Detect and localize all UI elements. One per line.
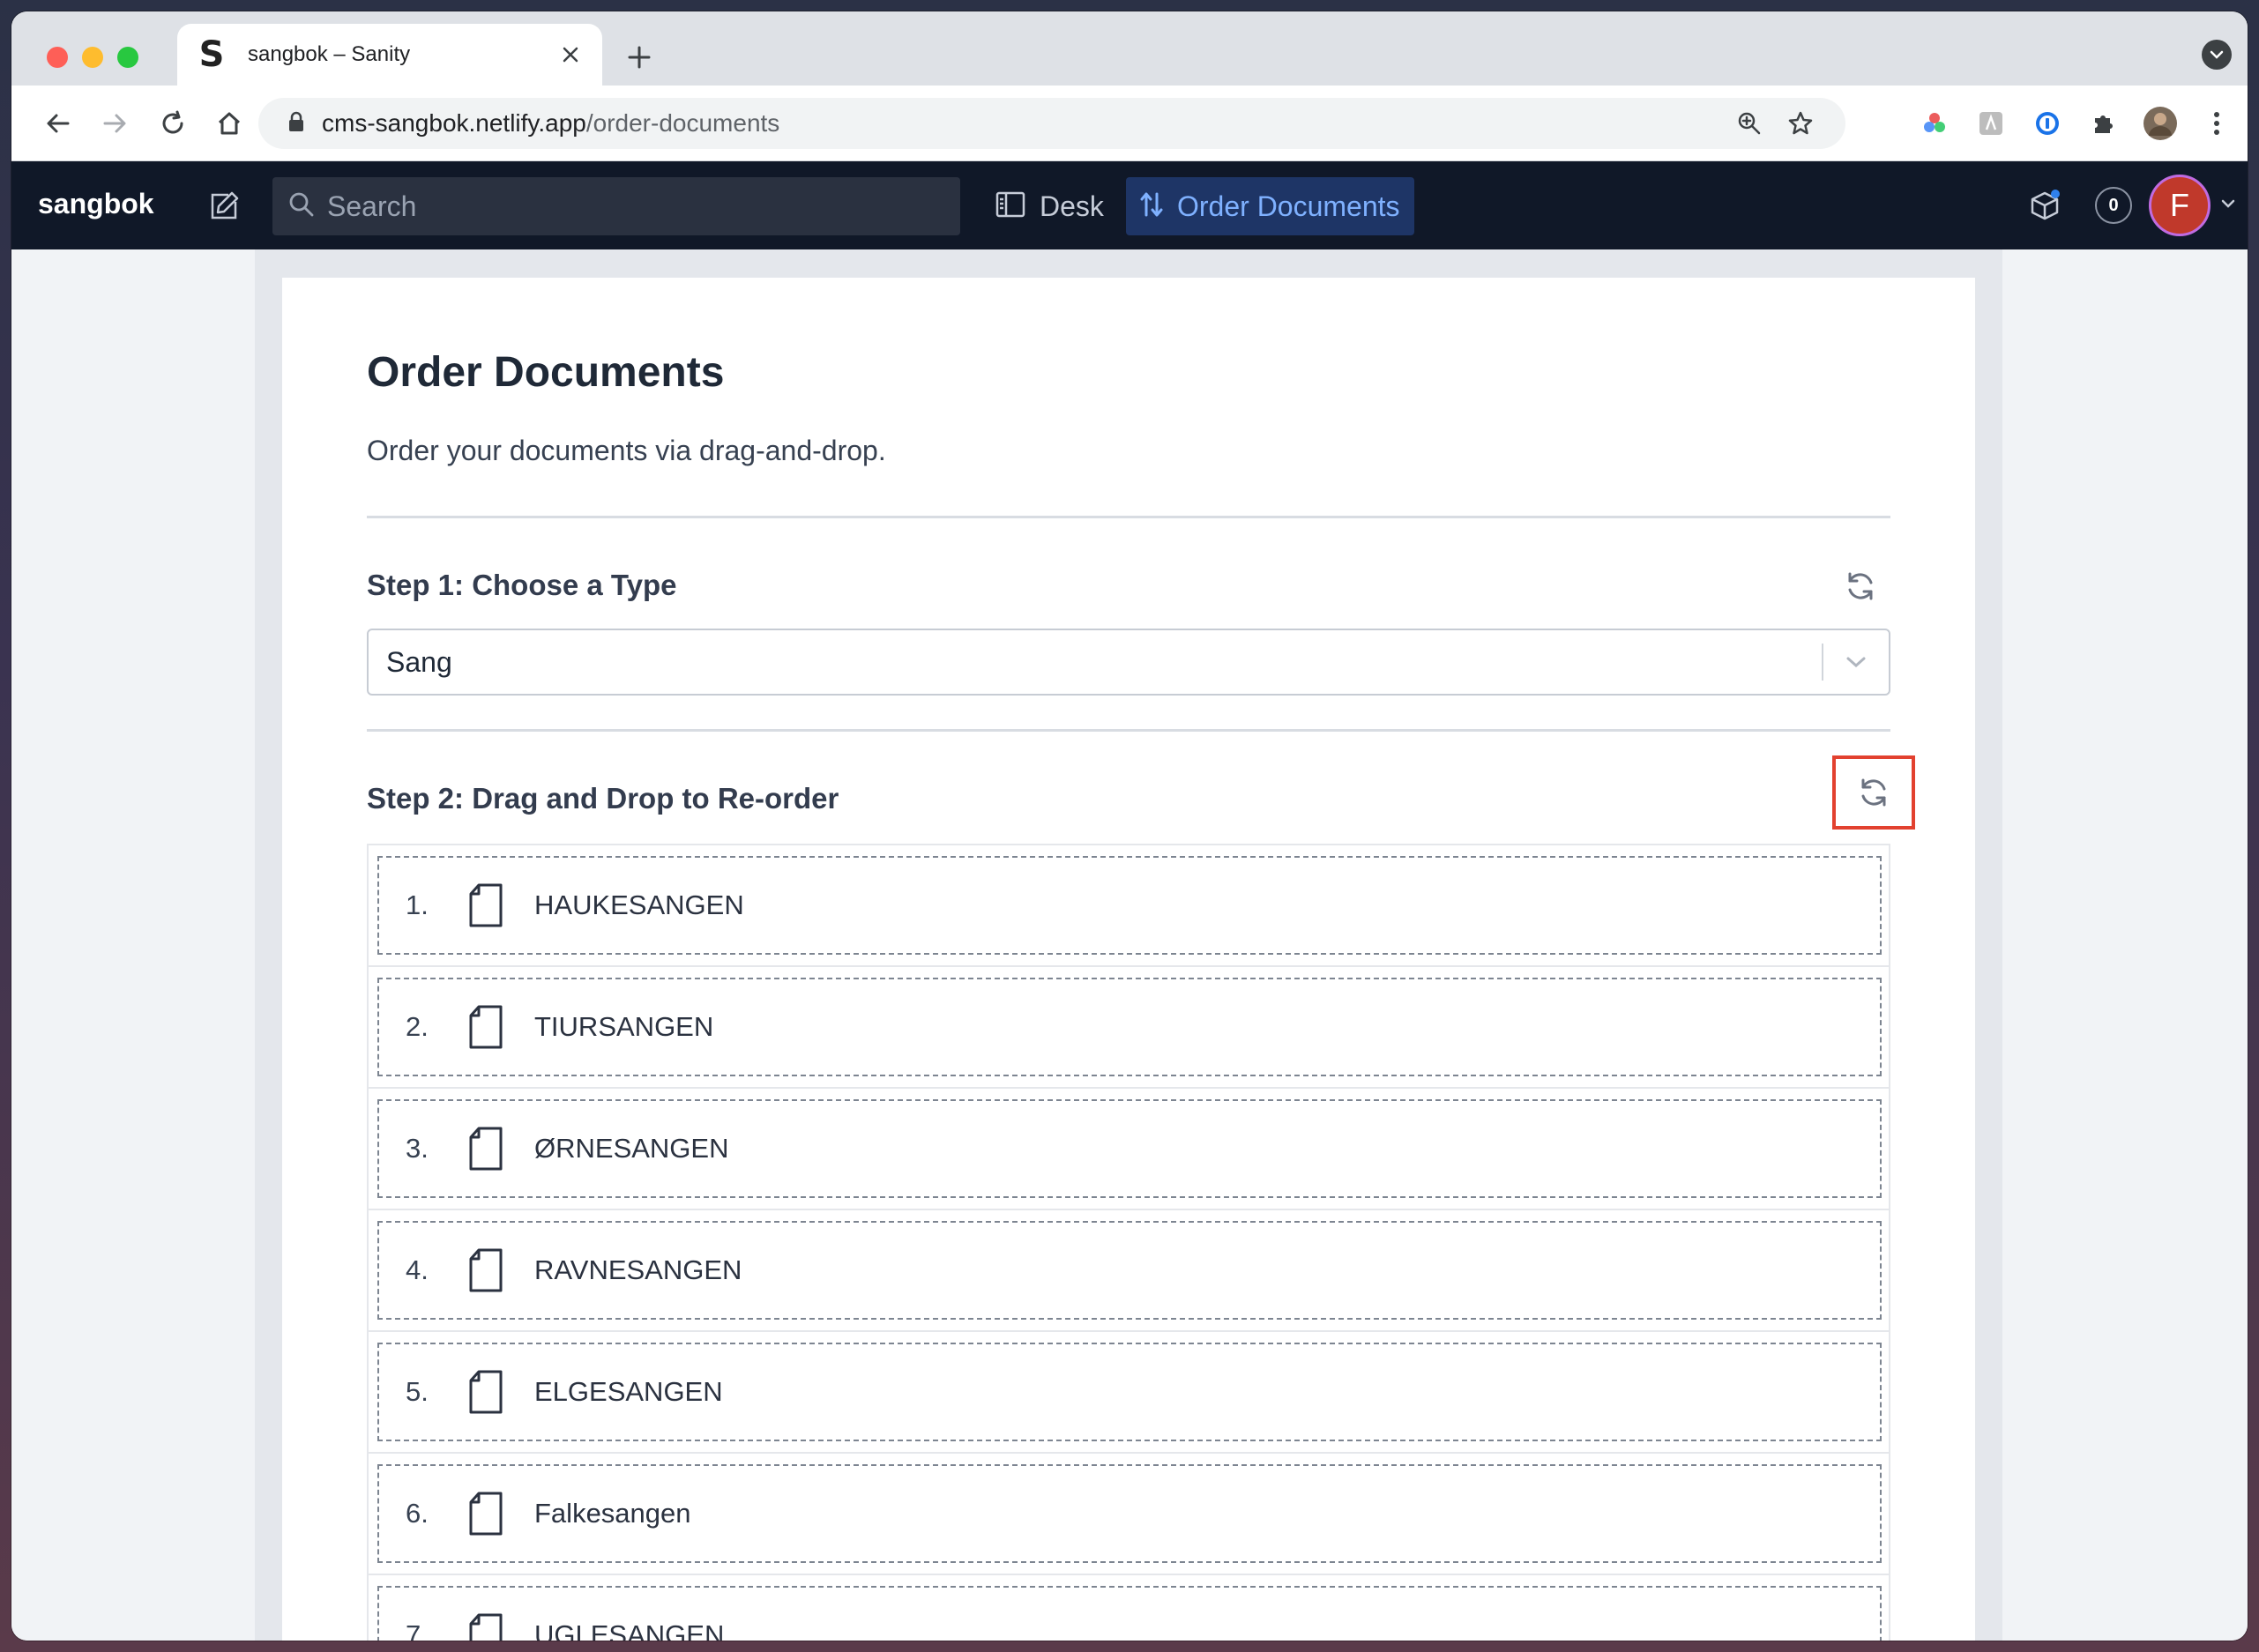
compose-icon[interactable] — [204, 184, 246, 227]
forward-icon[interactable] — [94, 103, 135, 144]
row-number: 2. — [406, 1011, 429, 1042]
document-icon — [467, 1247, 504, 1293]
row-separator — [369, 965, 1889, 967]
row-separator — [369, 1452, 1889, 1454]
step2-title: Step 2: Drag and Drop to Re-order — [367, 782, 839, 815]
font-extension-icon[interactable] — [1971, 103, 2011, 144]
document-row[interactable]: 6. Falkesangen — [377, 1464, 1882, 1563]
row-separator — [369, 1574, 1889, 1575]
new-tab-button[interactable] — [622, 40, 657, 75]
type-select[interactable]: Sang — [367, 629, 1890, 696]
avatar[interactable]: F — [2149, 175, 2211, 236]
order-documents-panel: Order Documents Order your documents via… — [282, 278, 1975, 1641]
document-icon — [467, 1369, 504, 1415]
nav-order-documents[interactable]: Order Documents — [1126, 177, 1414, 235]
bookmark-star-icon[interactable] — [1782, 105, 1819, 142]
document-row[interactable]: 5. ELGESANGEN — [377, 1343, 1882, 1441]
document-list: 1. HAUKESANGEN 2. TIURSANGEN 3. ØRNESANG… — [367, 844, 1890, 1641]
address-bar[interactable]: cms-sangbok.netlify.app/order-documents — [258, 98, 1845, 149]
page-title: Order Documents — [367, 349, 725, 396]
step1-refresh-button[interactable] — [1834, 560, 1887, 613]
document-title: TIURSANGEN — [534, 1011, 714, 1042]
nav-desk-label: Desk — [1040, 190, 1104, 222]
desk-icon — [995, 191, 1025, 222]
tab-title: sangbok – Sanity — [248, 42, 411, 66]
omnibox-actions — [1731, 105, 1819, 142]
document-row[interactable]: 3. ØRNESANGEN — [377, 1099, 1882, 1198]
browser-tab[interactable]: S sangbok – Sanity — [177, 24, 602, 86]
document-icon — [467, 1612, 504, 1641]
row-number: 6. — [406, 1498, 429, 1529]
profile-avatar-icon[interactable] — [2140, 103, 2181, 144]
password-manager-icon[interactable] — [2027, 103, 2068, 144]
divider — [367, 516, 1890, 518]
sanity-favicon-icon: S — [198, 34, 225, 75]
step2-refresh-button[interactable] — [1832, 755, 1915, 830]
search-placeholder: Search — [327, 190, 417, 222]
chevron-down-icon[interactable] — [1823, 656, 1889, 668]
document-row[interactable]: 2. TIURSANGEN — [377, 978, 1882, 1076]
document-row[interactable]: 1. HAUKESANGEN — [377, 856, 1882, 955]
divider — [367, 729, 1890, 732]
row-separator — [369, 1330, 1889, 1332]
row-separator — [369, 1087, 1889, 1089]
document-row[interactable]: 7. UGLESANGEN — [377, 1586, 1882, 1641]
document-icon — [467, 882, 504, 928]
document-icon — [467, 1004, 504, 1050]
document-title: UGLESANGEN — [534, 1619, 725, 1641]
close-tab-icon[interactable] — [558, 42, 583, 67]
row-separator — [369, 1209, 1889, 1210]
notifications-count: 0 — [2095, 187, 2132, 224]
page-description: Order your documents via drag-and-drop. — [367, 435, 886, 466]
maximize-window-button[interactable] — [117, 47, 138, 68]
tool-content: Order Documents Order your documents via… — [11, 249, 2248, 1641]
document-title: HAUKESANGEN — [534, 889, 744, 920]
refresh-icon — [1848, 572, 1873, 600]
document-icon — [467, 1126, 504, 1172]
studio-brand[interactable]: sangbok — [38, 188, 154, 220]
zoom-icon[interactable] — [1731, 105, 1768, 142]
order-arrows-icon — [1140, 190, 1163, 223]
row-number: 3. — [406, 1133, 429, 1164]
tab-strip: S sangbok – Sanity — [11, 11, 2248, 86]
search-input[interactable]: Search — [272, 177, 960, 235]
color-extension-icon[interactable] — [1914, 103, 1955, 144]
refresh-icon — [1861, 778, 1886, 807]
document-title: ELGESANGEN — [534, 1376, 723, 1407]
url-path: /order-documents — [585, 109, 780, 137]
document-icon — [467, 1491, 504, 1537]
document-title: RAVNESANGEN — [534, 1254, 742, 1285]
extensions-puzzle-icon[interactable] — [2084, 103, 2124, 144]
browser-window: S sangbok – Sanity cms-sangbok.netlify.a… — [11, 11, 2248, 1641]
type-select-value: Sang — [386, 645, 452, 678]
search-icon — [288, 191, 315, 222]
step1-title: Step 1: Choose a Type — [367, 569, 677, 601]
url-text: cms-sangbok.netlify.app/order-documents — [322, 109, 779, 138]
nav-desk[interactable]: Desk — [981, 177, 1118, 235]
minimize-window-button[interactable] — [82, 47, 103, 68]
row-number: 5. — [406, 1376, 429, 1407]
chevron-down-icon[interactable] — [2219, 195, 2237, 212]
browser-toolbar: cms-sangbok.netlify.app/order-documents — [11, 86, 2248, 161]
document-title: ØRNESANGEN — [534, 1133, 729, 1164]
browser-menu-icon[interactable] — [2196, 103, 2237, 144]
studio-header: sangbok Search Desk Order Documents 0 F — [11, 161, 2248, 249]
back-icon[interactable] — [38, 103, 78, 144]
document-row[interactable]: 4. RAVNESANGEN — [377, 1221, 1882, 1320]
reload-icon[interactable] — [153, 103, 193, 144]
notifications-button[interactable]: 0 — [2091, 182, 2136, 228]
row-number: 1. — [406, 889, 429, 920]
row-number: 7. — [406, 1619, 429, 1641]
home-icon[interactable] — [209, 103, 250, 144]
lock-icon — [288, 111, 304, 137]
url-host: cms-sangbok.netlify.app — [322, 109, 586, 137]
close-window-button[interactable] — [47, 47, 68, 68]
package-status-icon[interactable] — [2022, 182, 2068, 228]
tab-search-icon[interactable] — [2202, 40, 2232, 70]
row-number: 4. — [406, 1254, 429, 1285]
nav-order-documents-label: Order Documents — [1177, 190, 1400, 222]
document-title: Falkesangen — [534, 1498, 691, 1529]
